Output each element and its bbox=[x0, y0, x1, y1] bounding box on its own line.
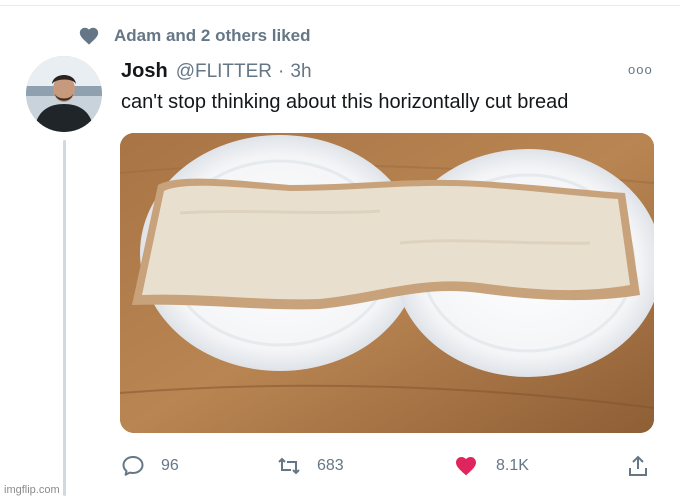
thread-line bbox=[63, 140, 66, 496]
share-icon bbox=[629, 455, 647, 476]
tweet-header: Josh @FLITTER · 3h bbox=[121, 60, 312, 83]
top-divider bbox=[0, 5, 680, 6]
reply-count: 96 bbox=[161, 457, 179, 474]
reply-button[interactable]: 96 bbox=[121, 452, 179, 480]
retweet-button[interactable]: 683 bbox=[277, 452, 344, 480]
social-context: Adam and 2 others liked bbox=[78, 24, 311, 48]
avatar[interactable] bbox=[26, 56, 102, 132]
liked-by-text: Adam and 2 others liked bbox=[114, 26, 311, 45]
tweet-text: can't stop thinking about this horizonta… bbox=[121, 91, 569, 113]
like-button[interactable]: 8.1K bbox=[454, 452, 529, 480]
separator-dot: · bbox=[278, 61, 285, 82]
retweet-icon bbox=[278, 457, 300, 475]
bread-photo bbox=[120, 133, 654, 433]
reply-icon bbox=[122, 456, 144, 476]
timestamp[interactable]: 3h bbox=[290, 61, 311, 83]
tweet-actions: 96 683 8.1K bbox=[121, 452, 661, 480]
avatar-photo bbox=[26, 56, 102, 132]
heart-filled-icon bbox=[456, 457, 476, 476]
more-options-button[interactable]: ooo bbox=[628, 63, 653, 77]
author-handle[interactable]: @FLITTER bbox=[176, 61, 272, 83]
heart-icon bbox=[79, 27, 99, 45]
tweet-image[interactable] bbox=[120, 133, 654, 433]
author-name[interactable]: Josh bbox=[121, 60, 168, 83]
share-button[interactable] bbox=[626, 452, 650, 480]
retweet-count: 683 bbox=[317, 457, 344, 474]
like-count: 8.1K bbox=[496, 457, 529, 474]
watermark: imgflip.com bbox=[4, 484, 60, 496]
